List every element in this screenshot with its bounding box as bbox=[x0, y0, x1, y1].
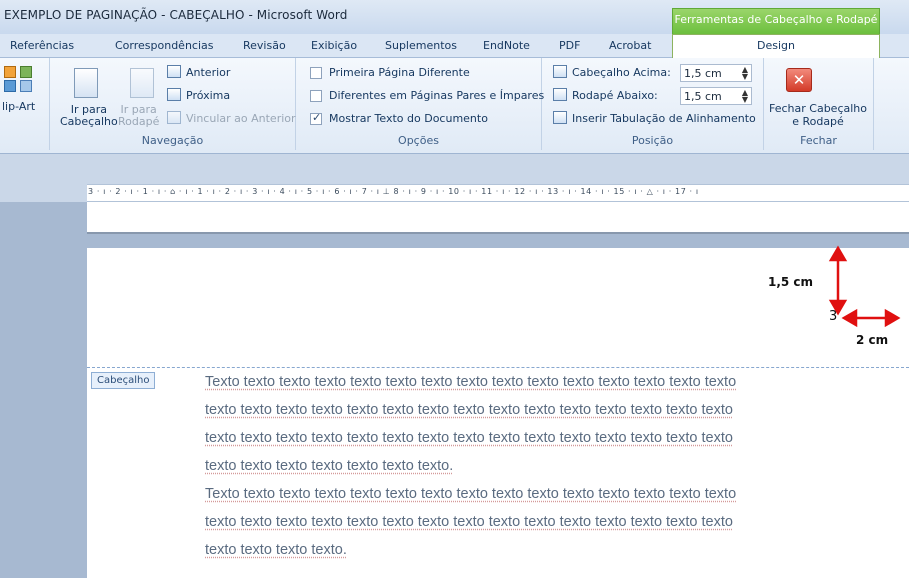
tab-design[interactable]: Design bbox=[672, 34, 880, 59]
group-position: Cabeçalho Acima: 1,5 cm ▲ ▼ Rodapé Abaixo… bbox=[542, 58, 764, 150]
horizontal-ruler[interactable]: 3 · ı · 2 · ı · 1 · ı · ⌂ · ı · 1 · ı · … bbox=[0, 184, 909, 202]
insert-tab-icon bbox=[553, 111, 567, 124]
group-label-options: Opções bbox=[398, 134, 439, 147]
ruler-scale: 3 · ı · 2 · ı · 1 · ı · ⌂ · ı · 1 · ı · … bbox=[88, 187, 699, 196]
spinner-arrows-icon[interactable]: ▲ ▼ bbox=[742, 89, 748, 104]
header-tag[interactable]: Cabeçalho bbox=[91, 372, 156, 389]
window-title: EXEMPLO DE PAGINAÇÃO - CABEÇALHO - Micro… bbox=[4, 8, 348, 22]
goto-header-button[interactable]: Ir para Cabeçalho bbox=[60, 104, 118, 128]
first-page-checkbox[interactable] bbox=[310, 67, 322, 79]
header-top-spinner[interactable]: 1,5 cm ▲ ▼ bbox=[680, 64, 752, 82]
horizontal-measure-label: 2 cm bbox=[856, 333, 889, 347]
tab-revisao[interactable]: Revisão bbox=[243, 39, 286, 52]
spinner-arrows-icon[interactable]: ▲ ▼ bbox=[742, 66, 748, 81]
goto-footer-button[interactable]: Ir para Rodapé bbox=[118, 104, 159, 128]
footer-bottom-label: Rodapé Abaixo: bbox=[572, 89, 658, 102]
body-line-1[interactable]: Texto texto texto texto texto texto text… bbox=[205, 369, 855, 397]
group-label-navigation: Navegação bbox=[141, 134, 204, 147]
tab-acrobat[interactable]: Acrobat bbox=[609, 39, 651, 52]
goto-footer-icon bbox=[130, 68, 154, 98]
header-top-value: 1,5 cm bbox=[684, 67, 722, 80]
first-page-label: Primeira Página Diferente bbox=[329, 66, 470, 79]
picture-icon bbox=[4, 66, 16, 78]
page-number: 3 bbox=[829, 309, 838, 324]
body-line-6[interactable]: texto texto texto texto texto texto text… bbox=[205, 509, 855, 537]
vertical-measure-label: 1,5 cm bbox=[768, 275, 814, 289]
document-top-strip bbox=[0, 154, 909, 184]
footer-bottom-icon bbox=[553, 88, 567, 101]
next-button[interactable]: Próxima bbox=[186, 89, 230, 102]
tab-suplementos[interactable]: Suplementos bbox=[385, 39, 457, 52]
close-header-footer-button[interactable]: Fechar Cabeçalho e Rodapé bbox=[768, 102, 868, 128]
shape-icon bbox=[4, 80, 16, 92]
tab-pdf[interactable]: PDF bbox=[559, 39, 580, 52]
chart-icon bbox=[20, 80, 32, 92]
group-label-position: Posição bbox=[631, 134, 674, 147]
link-previous-button[interactable]: Vincular ao Anterior bbox=[186, 112, 296, 125]
show-doc-text-label: Mostrar Texto do Documento bbox=[329, 112, 488, 125]
group-navigation: Ir para Cabeçalho Ir para Rodapé Anterio… bbox=[50, 58, 296, 150]
previous-page-bottom bbox=[87, 202, 909, 234]
goto-header-icon bbox=[74, 68, 98, 98]
header-top-label: Cabeçalho Acima: bbox=[572, 66, 671, 79]
show-doc-text-checkbox[interactable] bbox=[310, 111, 322, 125]
contextual-tab-group: Ferramentas de Cabeçalho e Rodapé bbox=[672, 8, 880, 34]
body-line-3[interactable]: texto texto texto texto texto texto text… bbox=[205, 425, 855, 453]
tab-endnote[interactable]: EndNote bbox=[483, 39, 530, 52]
previous-button[interactable]: Anterior bbox=[186, 66, 230, 79]
tab-exibicao[interactable]: Exibição bbox=[311, 39, 357, 52]
clipart-icon bbox=[20, 66, 32, 78]
body-line-2[interactable]: texto texto texto texto texto texto text… bbox=[205, 397, 855, 425]
odd-even-label: Diferentes em Páginas Pares e Ímpares bbox=[329, 89, 545, 102]
header-boundary-line bbox=[87, 367, 909, 368]
title-bar: EXEMPLO DE PAGINAÇÃO - CABEÇALHO - Micro… bbox=[0, 0, 909, 34]
body-line-7[interactable]: texto texto texto texto. bbox=[205, 537, 855, 565]
group-options: Primeira Página Diferente Diferentes em … bbox=[296, 58, 545, 150]
body-line-5[interactable]: Texto texto texto texto texto texto text… bbox=[205, 481, 855, 509]
clipart-button[interactable]: lip-Art bbox=[2, 100, 35, 113]
contextual-tab-group-label: Ferramentas de Cabeçalho e Rodapé bbox=[674, 13, 878, 26]
header-top-icon bbox=[553, 65, 567, 78]
previous-icon bbox=[167, 65, 181, 78]
next-icon bbox=[167, 88, 181, 101]
tab-referencias[interactable]: Referências bbox=[10, 39, 74, 52]
group-insert-partial: lip-Art bbox=[0, 58, 50, 150]
group-label-close: Fechar bbox=[800, 134, 837, 147]
tab-correspondencias[interactable]: Correspondências bbox=[115, 39, 214, 52]
close-icon[interactable]: ✕ bbox=[786, 68, 812, 92]
footer-bottom-value: 1,5 cm bbox=[684, 90, 722, 103]
footer-bottom-spinner[interactable]: 1,5 cm ▲ ▼ bbox=[680, 87, 752, 105]
body-line-4[interactable]: texto texto texto texto texto texto text… bbox=[205, 453, 855, 481]
insert-alignment-tab-button[interactable]: Inserir Tabulação de Alinhamento bbox=[572, 112, 756, 125]
group-close: ✕ Fechar Cabeçalho e Rodapé Fechar bbox=[764, 58, 874, 150]
ribbon-tabs: Referências Correspondências Revisão Exi… bbox=[0, 34, 909, 59]
ribbon: lip-Art Ir para Cabeçalho Ir para Rodapé… bbox=[0, 58, 909, 154]
odd-even-checkbox[interactable] bbox=[310, 90, 322, 102]
link-previous-icon bbox=[167, 111, 181, 124]
